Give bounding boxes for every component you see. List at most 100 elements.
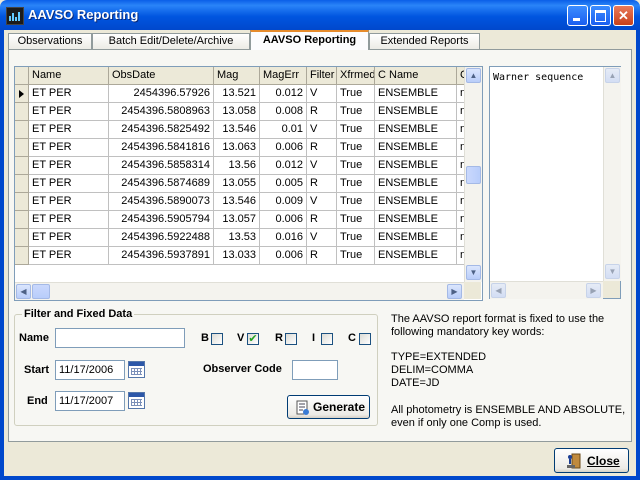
table-cell[interactable]: 13.546 [214, 121, 260, 139]
table-cell[interactable]: 0.012 [260, 157, 307, 175]
table-cell[interactable]: 2454396.5825492 [109, 121, 214, 139]
column-header[interactable]: Xfrmed [337, 67, 375, 85]
table-cell[interactable]: 13.546 [214, 193, 260, 211]
grid-horizontal-scrollbar[interactable]: ◀ ▶ [15, 282, 464, 300]
row-selector[interactable] [15, 229, 29, 247]
table-cell[interactable]: R [307, 175, 337, 193]
table-cell[interactable]: ENSEMBLE [375, 175, 457, 193]
row-selector[interactable] [15, 175, 29, 193]
scroll-right-button[interactable]: ▶ [447, 284, 462, 299]
close-button[interactable]: Close [554, 448, 629, 473]
checkbox-r[interactable] [285, 333, 297, 345]
table-cell[interactable]: ET PER [29, 139, 109, 157]
table-cell[interactable]: ENSEMBLE [375, 211, 457, 229]
row-selector[interactable] [15, 193, 29, 211]
table-cell[interactable]: ENSEMBLE [375, 157, 457, 175]
observations-grid[interactable]: NameObsDateMagMagErrFilterXfrmedC NameCM… [14, 66, 483, 301]
table-cell[interactable]: 13.055 [214, 175, 260, 193]
table-cell[interactable]: ET PER [29, 229, 109, 247]
table-cell[interactable]: ET PER [29, 247, 109, 265]
table-cell[interactable]: ENSEMBLE [375, 229, 457, 247]
table-cell[interactable]: True [337, 175, 375, 193]
table-cell[interactable]: V [307, 157, 337, 175]
close-window-button[interactable]: ✕ [613, 5, 634, 26]
table-cell[interactable]: 2454396.5874689 [109, 175, 214, 193]
table-cell[interactable]: ET PER [29, 157, 109, 175]
table-cell[interactable]: ENSEMBLE [375, 85, 457, 103]
table-cell[interactable]: True [337, 85, 375, 103]
table-cell[interactable]: True [337, 139, 375, 157]
table-cell[interactable]: True [337, 121, 375, 139]
table-cell[interactable]: 0.016 [260, 229, 307, 247]
table-cell[interactable]: 13.033 [214, 247, 260, 265]
row-selector[interactable] [15, 247, 29, 265]
table-cell[interactable]: 0.012 [260, 85, 307, 103]
table-cell[interactable]: 13.058 [214, 103, 260, 121]
table-cell[interactable]: 2454396.5890073 [109, 193, 214, 211]
table-cell[interactable]: ENSEMBLE [375, 103, 457, 121]
maximize-button[interactable] [590, 5, 611, 26]
grid-vertical-scrollbar[interactable]: ▲ ▼ [464, 67, 482, 282]
table-cell[interactable]: True [337, 157, 375, 175]
table-cell[interactable]: R [307, 103, 337, 121]
minimize-button[interactable] [567, 5, 588, 26]
table-cell[interactable]: ENSEMBLE [375, 121, 457, 139]
notes-textarea[interactable]: Warner sequence ▲ ▼ ◀ ▶ [489, 66, 621, 299]
table-cell[interactable]: R [307, 139, 337, 157]
start-date-input[interactable]: 11/17/2006 [55, 360, 125, 380]
row-selector[interactable] [15, 211, 29, 229]
title-bar[interactable]: AAVSO Reporting ✕ [0, 0, 640, 30]
table-cell[interactable]: 0.006 [260, 247, 307, 265]
table-cell[interactable]: ET PER [29, 211, 109, 229]
table-cell[interactable]: 2454396.5858314 [109, 157, 214, 175]
table-cell[interactable]: ENSEMBLE [375, 247, 457, 265]
tab-extended-reports[interactable]: Extended Reports [369, 33, 480, 49]
table-cell[interactable]: ENSEMBLE [375, 193, 457, 211]
checkbox-c[interactable] [359, 333, 371, 345]
table-cell[interactable]: V [307, 229, 337, 247]
table-cell[interactable]: True [337, 103, 375, 121]
table-cell[interactable]: R [307, 211, 337, 229]
table-cell[interactable]: 13.063 [214, 139, 260, 157]
row-selector[interactable] [15, 157, 29, 175]
table-cell[interactable]: ET PER [29, 193, 109, 211]
checkbox-v[interactable]: ✔ [247, 333, 259, 345]
table-cell[interactable]: 2454396.57926 [109, 85, 214, 103]
observer-code-input[interactable] [292, 360, 338, 380]
column-header[interactable]: MagErr [260, 67, 307, 85]
table-cell[interactable]: 2454396.5841816 [109, 139, 214, 157]
table-cell[interactable]: 2454396.5937891 [109, 247, 214, 265]
calendar-icon[interactable] [128, 361, 145, 378]
name-input[interactable] [55, 328, 185, 348]
table-cell[interactable]: True [337, 247, 375, 265]
table-cell[interactable]: 2454396.5808963 [109, 103, 214, 121]
tab-observations[interactable]: Observations [8, 33, 92, 49]
tab-aavso-reporting[interactable]: AAVSO Reporting [250, 30, 369, 50]
generate-button[interactable]: Generate [287, 395, 370, 419]
table-cell[interactable]: ET PER [29, 175, 109, 193]
scroll-up-button[interactable]: ▲ [605, 68, 620, 83]
table-cell[interactable]: 13.56 [214, 157, 260, 175]
table-cell[interactable]: ET PER [29, 103, 109, 121]
column-header[interactable]: Filter [307, 67, 337, 85]
scroll-right-button[interactable]: ▶ [586, 283, 601, 298]
table-cell[interactable]: 0.006 [260, 211, 307, 229]
column-header[interactable]: Name [29, 67, 109, 85]
table-cell[interactable]: V [307, 121, 337, 139]
table-cell[interactable]: 13.057 [214, 211, 260, 229]
table-cell[interactable]: 2454396.5922488 [109, 229, 214, 247]
row-selector[interactable] [15, 121, 29, 139]
checkbox-b[interactable] [211, 333, 223, 345]
table-cell[interactable]: True [337, 211, 375, 229]
table-cell[interactable]: 13.521 [214, 85, 260, 103]
end-date-input[interactable]: 11/17/2007 [55, 391, 125, 411]
row-selector[interactable] [15, 85, 29, 103]
table-cell[interactable]: V [307, 85, 337, 103]
scroll-thumb[interactable] [32, 284, 50, 299]
table-cell[interactable]: 13.53 [214, 229, 260, 247]
table-cell[interactable]: 0.01 [260, 121, 307, 139]
scroll-up-button[interactable]: ▲ [466, 68, 481, 83]
column-header[interactable]: Mag [214, 67, 260, 85]
tab-batch-edit[interactable]: Batch Edit/Delete/Archive [92, 33, 250, 49]
row-selector[interactable] [15, 139, 29, 157]
